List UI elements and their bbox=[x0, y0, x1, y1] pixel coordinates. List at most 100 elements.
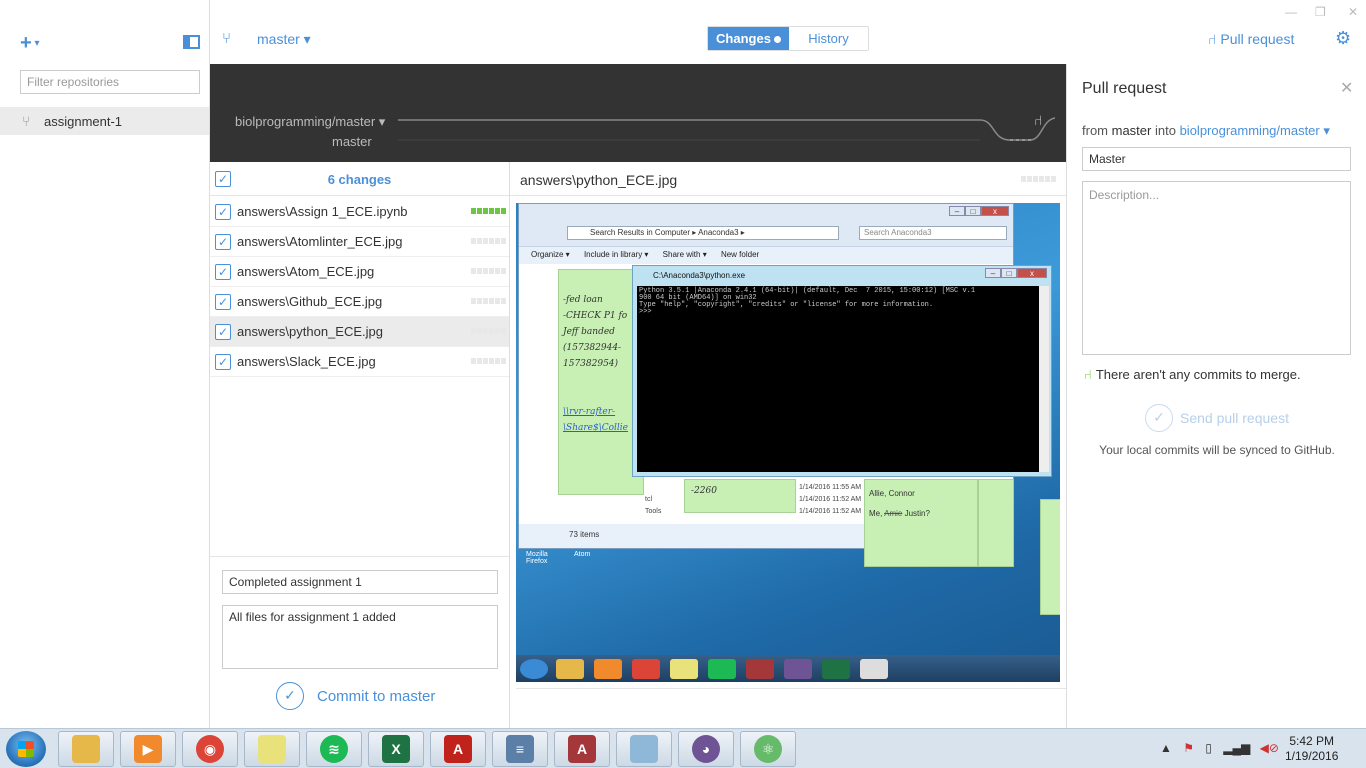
file-row[interactable]: ✓ answers\Assign 1_ECE.ipynb bbox=[210, 197, 509, 227]
pull-request-icon: ⑁ bbox=[1084, 367, 1092, 382]
add-repository-button[interactable]: + ▾ bbox=[20, 32, 40, 55]
view-switcher: Changes History bbox=[707, 26, 869, 51]
clock-date: 1/19/2016 bbox=[1285, 749, 1339, 763]
taskbar-app[interactable]: ▶ bbox=[120, 731, 176, 767]
preview-file-times: 1/14/2016 11:55 AM 1/14/2016 11:52 AM 1/… bbox=[799, 482, 861, 518]
taskbar-app[interactable]: ≋ bbox=[306, 731, 362, 767]
file-row[interactable]: ✓ answers\Github_ECE.jpg bbox=[210, 287, 509, 317]
taskbar-app[interactable]: ≡ bbox=[492, 731, 548, 767]
github-desktop-window: + ▾ ⑂ assignment-1 ⑂ master ▾ Changes Hi… bbox=[0, 0, 1366, 728]
pull-request-description-input[interactable] bbox=[1082, 181, 1351, 355]
clock[interactable]: 5:42 PM 1/19/2016 bbox=[1285, 734, 1338, 764]
preview-media-icon bbox=[594, 659, 622, 679]
file-row[interactable]: ✓ answers\Atomlinter_ECE.jpg bbox=[210, 227, 509, 257]
repository-item[interactable]: ⑂ assignment-1 bbox=[0, 107, 209, 135]
action-center-icon[interactable]: ⚑ bbox=[1183, 741, 1194, 755]
taskbar-app[interactable]: ⚛ bbox=[740, 731, 796, 767]
taskbar-app[interactable] bbox=[58, 731, 114, 767]
pull-request-branches: from master into biolprogramming/master … bbox=[1082, 123, 1330, 139]
preview-access-icon bbox=[746, 659, 774, 679]
preview-explorer-icon bbox=[556, 659, 584, 679]
no-commits-message: ⑁ There aren't any commits to merge. bbox=[1084, 367, 1301, 382]
preview-console-output: Python 3.5.1 |Anaconda 2.4.1 (64-bit)| (… bbox=[637, 286, 1039, 472]
preview-explorer-toolbar: Organize ▾ Include in library ▾ Share wi… bbox=[519, 246, 1013, 264]
changes-count: 6 changes bbox=[327, 172, 392, 187]
file-checkbox[interactable]: ✓ bbox=[215, 234, 231, 250]
file-row-selected[interactable]: ✓ answers\python_ECE.jpg bbox=[210, 317, 509, 347]
file-checkbox[interactable]: ✓ bbox=[215, 354, 231, 370]
acrobat-icon: A bbox=[444, 735, 472, 763]
commit-button[interactable]: ✓ Commit to master bbox=[276, 681, 435, 711]
preview-toolbar-item: New folder bbox=[720, 250, 760, 259]
diff-stat-bar bbox=[471, 298, 506, 304]
preview-chrome-icon bbox=[632, 659, 660, 679]
preview-note-line: Allie, Connor bbox=[869, 489, 915, 498]
file-checkbox[interactable]: ✓ bbox=[215, 264, 231, 280]
file-row[interactable]: ✓ answers\Atom_ECE.jpg bbox=[210, 257, 509, 287]
commit-form: All files for assignment 1 added ✓ Commi… bbox=[210, 556, 509, 728]
taskbar-app[interactable] bbox=[244, 731, 300, 767]
tab-history[interactable]: History bbox=[789, 27, 868, 50]
file-row[interactable]: ✓ answers\Slack_ECE.jpg bbox=[210, 347, 509, 377]
taskbar-app[interactable]: X bbox=[368, 731, 424, 767]
battery-icon[interactable]: ▯ bbox=[1205, 741, 1212, 755]
preview-file-name: tcl bbox=[645, 496, 652, 503]
file-checkbox[interactable]: ✓ bbox=[215, 324, 231, 340]
preview-sticky-notes-icon bbox=[670, 659, 698, 679]
taskbar-app[interactable]: A bbox=[554, 731, 610, 767]
diff-footer-divider bbox=[516, 688, 1066, 689]
tab-changes[interactable]: Changes bbox=[708, 27, 789, 50]
preview-python-console: C:\Anaconda3\python.exe – □ x Python 3.5… bbox=[632, 265, 1052, 477]
show-hidden-icons-button[interactable]: ▲ bbox=[1160, 741, 1172, 755]
close-icon[interactable]: ✕ bbox=[1340, 78, 1353, 98]
into-label: into bbox=[1154, 123, 1176, 138]
diff-file-title: answers\python_ECE.jpg bbox=[520, 172, 678, 188]
file-checkbox[interactable]: ✓ bbox=[215, 294, 231, 310]
spotify-icon: ≋ bbox=[320, 735, 348, 763]
excel-icon: X bbox=[382, 735, 410, 763]
preview-taskbar bbox=[516, 655, 1060, 682]
preview-github-icon bbox=[784, 659, 812, 679]
taskbar-app[interactable]: ◉ bbox=[182, 731, 238, 767]
taskbar-app[interactable]: ◕ bbox=[678, 731, 734, 767]
repository-item-label: assignment-1 bbox=[44, 114, 123, 129]
preview-sticky-note: Allie, Connor Me, Amie Justin? bbox=[864, 479, 978, 567]
minimize-button[interactable]: — bbox=[1285, 5, 1297, 19]
network-icon[interactable]: ▂▄▆ bbox=[1223, 741, 1250, 755]
taskbar-app[interactable]: A bbox=[430, 731, 486, 767]
repository-sidebar: + ▾ ⑂ assignment-1 bbox=[0, 0, 210, 728]
preview-note-line: -fed loan bbox=[563, 295, 603, 305]
file-name: answers\python_ECE.jpg bbox=[237, 324, 383, 339]
file-checkbox[interactable]: ✓ bbox=[215, 204, 231, 220]
maximize-button[interactable]: ❐ bbox=[1315, 5, 1326, 19]
filter-repositories-input[interactable] bbox=[20, 70, 200, 94]
target-branch-selector[interactable]: biolprogramming/master ▾ bbox=[1180, 123, 1330, 138]
preview-search-box: Search Anaconda3 bbox=[859, 226, 1007, 240]
chevron-down-icon: ▾ bbox=[31, 38, 40, 50]
taskbar-app[interactable] bbox=[616, 731, 672, 767]
diff-panel: answers\python_ECE.jpg – □ x Search Resu… bbox=[510, 162, 1066, 728]
gear-icon[interactable]: ⚙ bbox=[1335, 28, 1351, 49]
toggle-sidebar-icon[interactable] bbox=[183, 35, 200, 49]
preview-excel-icon bbox=[822, 659, 850, 679]
preview-toolbar-item: Include in library ▾ bbox=[583, 250, 649, 259]
send-pull-request-button[interactable]: ✓ Send pull request bbox=[1145, 404, 1289, 432]
preview-file-time: 1/14/2016 11:52 AM bbox=[799, 508, 862, 515]
branch-icon[interactable]: ⑂ bbox=[222, 30, 231, 47]
atom-icon: ⚛ bbox=[754, 735, 782, 763]
diff-stat-bar bbox=[471, 208, 506, 214]
preview-toolbar-item: Organize ▾ bbox=[531, 250, 570, 259]
branch-selector[interactable]: master ▾ bbox=[257, 31, 311, 48]
preview-desktop-icon-label: Atom bbox=[574, 551, 591, 558]
volume-muted-icon[interactable]: ◀⊘ bbox=[1260, 741, 1279, 755]
pull-request-button[interactable]: ⑁ Pull request bbox=[1208, 31, 1294, 47]
commit-summary-input[interactable] bbox=[222, 570, 498, 594]
commit-description-input[interactable]: All files for assignment 1 added bbox=[222, 605, 498, 669]
close-button[interactable]: ✕ bbox=[1348, 5, 1358, 19]
chrome-icon: ◉ bbox=[196, 735, 224, 763]
preview-close-icon: x bbox=[1017, 268, 1047, 278]
pull-request-title-input[interactable] bbox=[1082, 147, 1351, 171]
preview-note-line: Me, Amie Justin? bbox=[869, 509, 930, 518]
pull-request-label: Pull request bbox=[1220, 31, 1295, 47]
start-button[interactable] bbox=[6, 731, 46, 767]
